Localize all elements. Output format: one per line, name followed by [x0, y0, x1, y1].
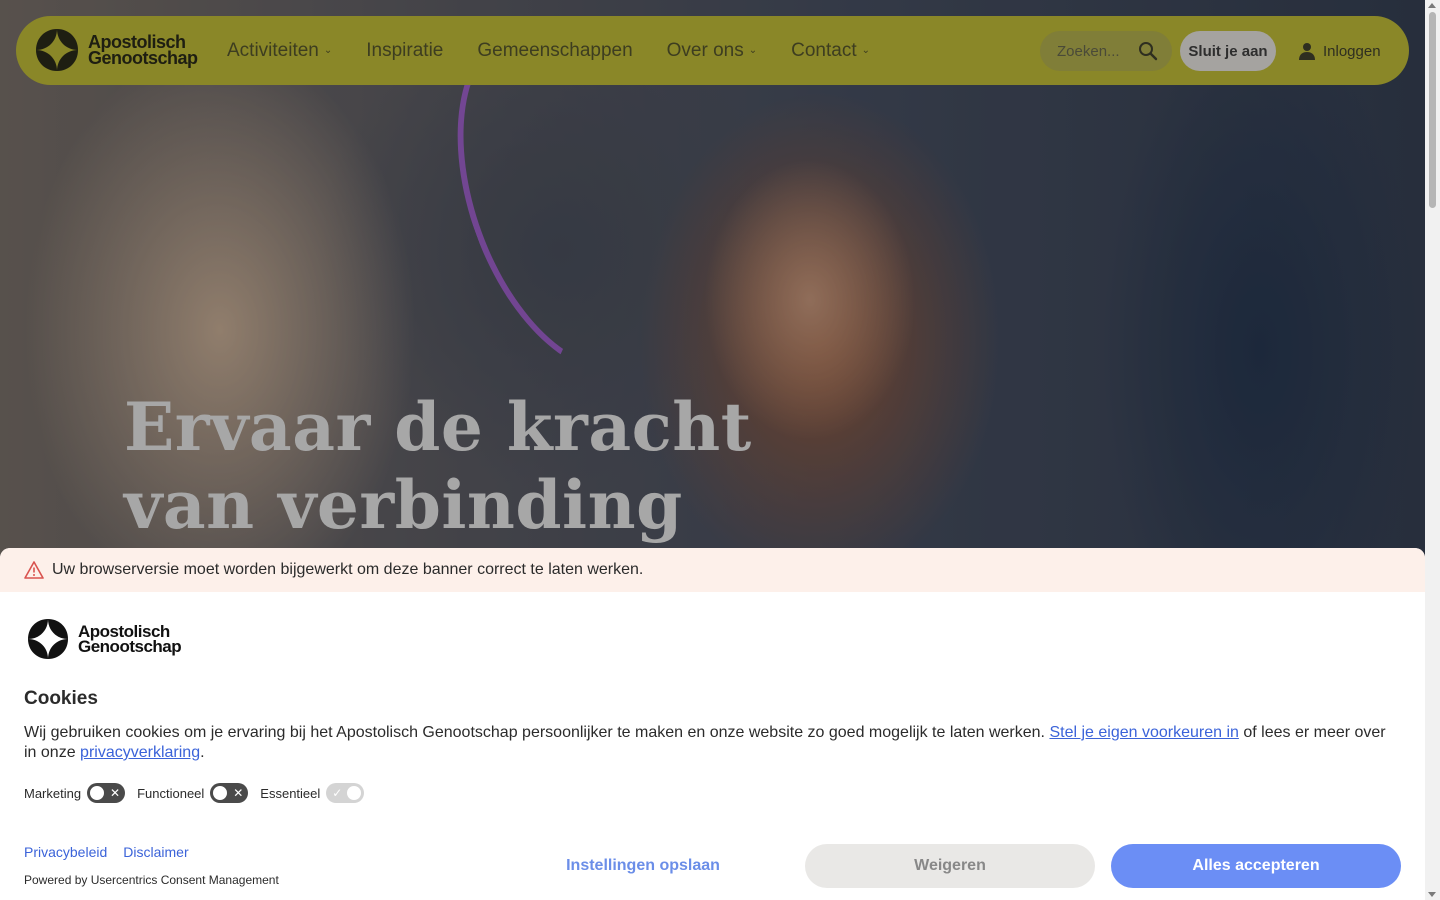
user-icon: [1299, 43, 1315, 60]
nav-item-label: Over ons: [666, 39, 744, 61]
scroll-down-icon[interactable]: [1428, 892, 1436, 897]
functioneel-toggle[interactable]: ✕: [210, 783, 249, 803]
nav-item-label: Inspiratie: [366, 39, 444, 61]
nav-item-activiteiten[interactable]: Activiteiten ⌄: [227, 40, 332, 62]
cookie-text-end: .: [200, 744, 205, 761]
logo-line2: Genootschap: [78, 637, 182, 656]
cookie-consent-banner: Uw browserversie moet worden bijgewerkt …: [0, 548, 1425, 900]
nav-item-label: Contact: [791, 39, 857, 61]
scroll-up-icon[interactable]: [1428, 3, 1436, 8]
search-box: [1040, 31, 1172, 71]
toggle-label-marketing: Marketing: [24, 785, 82, 801]
search-input[interactable]: [1057, 42, 1129, 60]
warning-icon: [24, 561, 44, 579]
login-label: Inloggen: [1323, 42, 1381, 60]
nav-item-gemeenschappen[interactable]: Gemeenschappen: [477, 40, 632, 62]
essentieel-toggle: ✓: [326, 783, 365, 803]
nav-item-label: Gemeenschappen: [477, 39, 633, 61]
toggle-knob: [89, 785, 106, 801]
chevron-down-icon: ⌄: [323, 45, 333, 56]
main-nav: Activiteiten ⌄ Inspiratie Gemeenschappen…: [227, 16, 904, 85]
hero-title-line1: Ervaar de kracht: [124, 388, 752, 466]
browser-warning-bar: Uw browserversie moet worden bijgewerkt …: [0, 548, 1425, 592]
cookie-logo: Apostolisch Genootschap: [28, 619, 182, 659]
hero-title: Ervaar de kracht van verbinding: [124, 388, 764, 544]
close-icon: ✕: [110, 786, 121, 800]
search-icon[interactable]: [1138, 41, 1158, 61]
logo-line2: Genootschap: [88, 48, 198, 68]
cookie-title: Cookies: [24, 688, 98, 709]
logo-mark-icon: [36, 29, 78, 71]
disclaimer-link[interactable]: Disclaimer: [123, 844, 188, 860]
check-icon: ✓: [332, 786, 343, 800]
login-link[interactable]: Inloggen: [1298, 31, 1381, 71]
deny-button[interactable]: Weigeren: [805, 844, 1095, 888]
cookie-text-before: Wij gebruiken cookies om je ervaring bij…: [24, 724, 1050, 741]
cookie-description: Wij gebruiken cookies om je ervaring bij…: [24, 723, 1394, 763]
toggle-knob: [212, 785, 229, 801]
site-logo[interactable]: Apostolisch Genootschap: [36, 29, 198, 71]
nav-item-contact[interactable]: Contact ⌄: [791, 40, 870, 62]
accept-all-button[interactable]: Alles accepteren: [1111, 844, 1401, 888]
close-icon: ✕: [233, 786, 244, 800]
logo-text: Apostolisch Genootschap: [88, 33, 198, 68]
nav-item-label: Activiteiten: [227, 39, 319, 61]
toggle-knob: [346, 785, 363, 801]
nav-item-inspiratie[interactable]: Inspiratie: [366, 40, 443, 62]
browser-warning-text: Uw browserversie moet worden bijgewerkt …: [52, 561, 644, 578]
cookie-footer-links: Privacybeleid Disclaimer: [24, 844, 205, 860]
chevron-down-icon: ⌄: [861, 45, 871, 56]
logo-mark-icon: [28, 619, 68, 659]
logo-text: Apostolisch Genootschap: [78, 623, 182, 656]
privacy-statement-link[interactable]: privacyverklaring: [80, 744, 200, 761]
privacy-policy-link[interactable]: Privacybeleid: [24, 844, 107, 860]
consent-toggles: Marketing ✕ Functioneel ✕ Essentieel ✓: [24, 783, 376, 803]
nav-item-over-ons[interactable]: Over ons ⌄: [667, 40, 757, 62]
save-settings-button[interactable]: Instellingen opslaan: [496, 844, 790, 888]
powered-by-text: Powered by Usercentrics Consent Manageme…: [24, 873, 279, 887]
join-button[interactable]: Sluit je aan: [1180, 31, 1276, 71]
toggle-label-functioneel: Functioneel: [137, 785, 205, 801]
toggle-label-essentieel: Essentieel: [260, 785, 321, 801]
preferences-link[interactable]: Stel je eigen voorkeuren in: [1049, 724, 1238, 741]
hero-title-line2: van verbinding: [124, 466, 683, 544]
scroll-thumb[interactable]: [1429, 12, 1436, 208]
marketing-toggle[interactable]: ✕: [87, 783, 126, 803]
page-scrollbar[interactable]: [1425, 0, 1440, 900]
chevron-down-icon: ⌄: [748, 45, 758, 56]
site-header: Apostolisch Genootschap Activiteiten ⌄ I…: [16, 16, 1409, 85]
